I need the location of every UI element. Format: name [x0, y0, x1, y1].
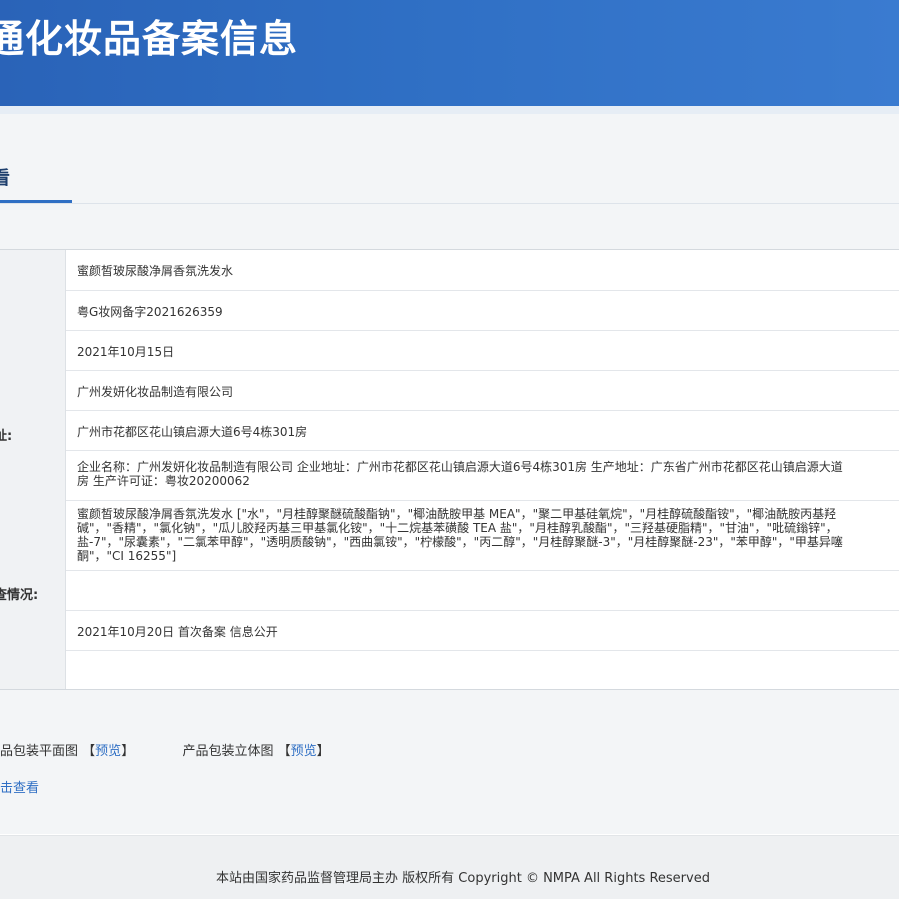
copyright-text: 本站由国家药品监督管理局主办 版权所有 Copyright © NMPA All…	[216, 871, 710, 886]
detail-table: 址: 查情况: 蜜颜皙玻尿酸净屑香氛洗发水 粤G妆网备字2021626359 2…	[0, 249, 899, 690]
row-empty	[66, 651, 899, 691]
row-history: 2021年10月20日 首次备案 信息公开	[66, 611, 899, 651]
flat-preview-link[interactable]: 预览	[95, 744, 121, 759]
formula-line-3: 盐-7"，"尿囊素"，"二氯苯甲醇"，"透明质酸钠"，"西曲氯铵"，"柠檬酸"，…	[77, 535, 843, 549]
bracket-close: 】	[121, 744, 135, 759]
tab-view[interactable]: 看	[0, 164, 10, 190]
flat-image-label: 品包装平面图	[0, 744, 79, 759]
row-formula: 蜜颜皙玻尿酸净屑香氛洗发水 ["水"，"月桂醇聚醚硫酸酯钠"，"椰油酰胺甲基 M…	[66, 501, 899, 571]
click-view-link[interactable]: 击查看	[0, 777, 39, 796]
formula-line-1: 蜜颜皙玻尿酸净屑香氛洗发水 ["水"，"月桂醇聚醚硫酸酯钠"，"椰油酰胺甲基 M…	[77, 507, 837, 521]
registrant-value: 广州发妍化妆品制造有限公司	[77, 385, 234, 399]
label-inspection: 查情况:	[0, 588, 39, 603]
history-value: 2021年10月20日 首次备案 信息公开	[77, 625, 278, 639]
label-address: 址:	[0, 429, 13, 444]
bracket-open: 【	[82, 744, 96, 759]
product-name-value: 蜜颜皙玻尿酸净屑香氛洗发水	[77, 264, 234, 278]
row-registrant: 广州发妍化妆品制造有限公司	[66, 371, 899, 411]
row-inspection	[66, 571, 899, 611]
formula-line-4: 酮"，"CI 16255"]	[77, 549, 177, 563]
row-manufacturer: 企业名称：广州发妍化妆品制造有限公司 企业地址：广州市花都区花山镇启源大道6号4…	[66, 451, 899, 501]
packaging-links: 品包装平面图 【预览】 产品包装立体图 【预览】	[0, 740, 330, 759]
filing-date-value: 2021年10月15日	[77, 345, 175, 359]
bracket-open: 【	[277, 744, 291, 759]
label-column: 址: 查情况:	[0, 250, 66, 689]
filing-number-value: 粤G妆网备字2021626359	[77, 305, 223, 319]
registrant-address-value: 广州市花都区花山镇启源大道6号4栋301房	[77, 425, 308, 439]
row-filing-number: 粤G妆网备字2021626359	[66, 291, 899, 331]
header-divider	[0, 106, 899, 114]
manufacturer-line-1: 企业名称：广州发妍化妆品制造有限公司 企业地址：广州市花都区花山镇启源大道6号4…	[77, 460, 843, 474]
manufacturer-line-2: 房 生产许可证：粤妆20200062	[77, 474, 250, 488]
tab-divider	[0, 203, 899, 204]
row-registrant-address: 广州市花都区花山镇启源大道6号4栋301房	[66, 411, 899, 451]
solid-image-label: 产品包装立体图	[182, 744, 274, 759]
solid-preview-link[interactable]: 预览	[291, 744, 317, 759]
page-title: 通化妆品备案信息	[0, 17, 299, 61]
row-product-name: 蜜颜皙玻尿酸净屑香氛洗发水	[66, 250, 899, 291]
row-filing-date: 2021年10月15日	[66, 331, 899, 371]
header-banner: 通化妆品备案信息	[0, 0, 899, 106]
bracket-close: 】	[316, 744, 330, 759]
footer: 本站由国家药品监督管理局主办 版权所有 Copyright © NMPA All…	[0, 835, 899, 899]
formula-line-2: 碱"，"香精"，"氯化钠"，"瓜儿胶羟丙基三甲基氯化铵"，"十二烷基苯磺酸 TE…	[77, 521, 838, 535]
